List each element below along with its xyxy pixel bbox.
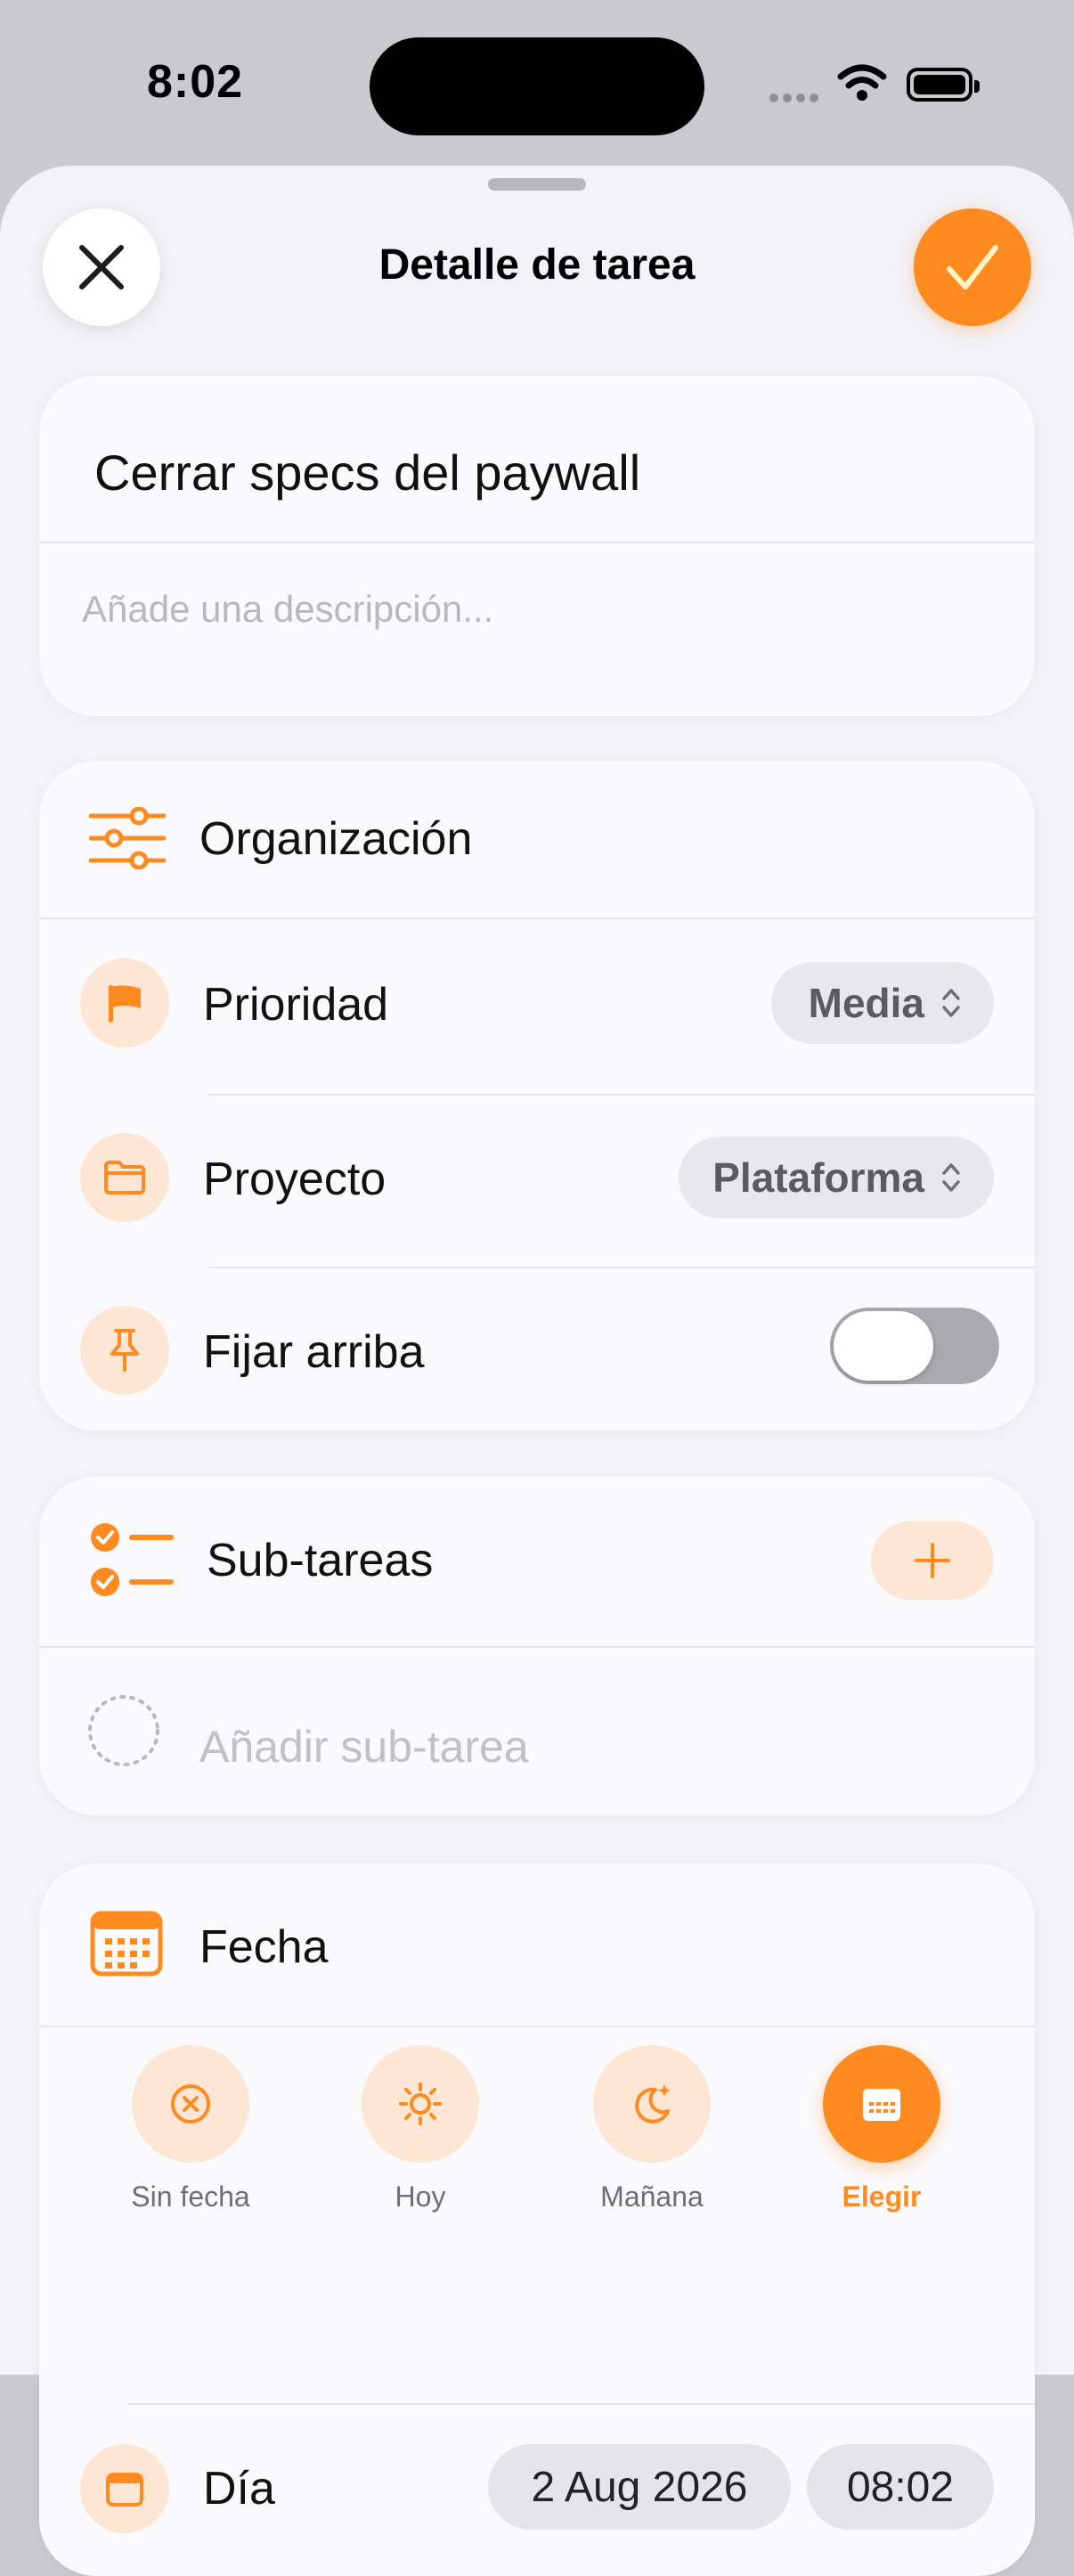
project-select[interactable]: Plataforma [679, 1137, 994, 1219]
sun-icon [399, 2083, 442, 2125]
calendar-icon [90, 1911, 163, 1977]
date-option-label: Sin fecha [131, 2181, 250, 2213]
project-label: Proyecto [203, 1153, 386, 1205]
chevron-up-down-icon [942, 1163, 960, 1192]
priority-icon-badge [80, 958, 169, 1048]
status-time: 8:02 [147, 56, 244, 108]
description-field[interactable]: Añade una descripción... [82, 588, 493, 631]
add-subtask-field[interactable]: Añadir sub-tarea [199, 1721, 529, 1773]
add-subtask-button[interactable] [871, 1521, 994, 1600]
chevron-up-down-icon [942, 989, 960, 1017]
task-detail-sheet: Detalle de tarea Cerrar specs del paywal… [0, 166, 1074, 2576]
organization-heading: Organización [199, 813, 473, 865]
pin-icon-badge [80, 1306, 169, 1395]
date-heading: Fecha [199, 1921, 329, 1973]
priority-value: Media [808, 980, 924, 1026]
task-title-field[interactable]: Cerrar specs del paywall [94, 444, 640, 501]
dashed-circle-icon [88, 1695, 159, 1766]
pin-icon [110, 1329, 139, 1372]
project-icon-badge [80, 1133, 169, 1222]
cellular-signal-icon [769, 91, 823, 107]
calendar-icon [106, 2473, 143, 2507]
checkmark-icon [947, 245, 998, 289]
divider [39, 2026, 1035, 2027]
calendar-icon [863, 2089, 900, 2121]
organization-card: Organización Prioridad Media Proyecto Pl… [39, 761, 1035, 1431]
divider [39, 1646, 1035, 1648]
battery-icon [907, 68, 980, 102]
wifi-icon [837, 64, 887, 101]
status-bar: 8:02 [0, 0, 1074, 169]
date-option-today[interactable]: Hoy [322, 2045, 518, 2213]
divider [39, 542, 1035, 543]
pin-toggle[interactable] [830, 1308, 999, 1384]
moon-stars-icon [635, 2084, 671, 2124]
subtasks-heading: Sub-tareas [207, 1535, 434, 1586]
day-picker[interactable]: 2 Aug 2026 [488, 2444, 791, 2530]
subtasks-card: Sub-tareas Añadir sub-tarea [39, 1477, 1035, 1815]
x-circle-icon [171, 2084, 210, 2124]
time-picker[interactable]: 08:02 [807, 2444, 994, 2530]
project-value: Plataforma [712, 1154, 924, 1201]
pin-label: Fijar arriba [203, 1326, 425, 1378]
dynamic-island [370, 37, 704, 135]
date-option-label: Elegir [842, 2181, 922, 2213]
date-option-tomorrow[interactable]: Mañana [554, 2045, 750, 2213]
toggle-knob [834, 1311, 933, 1381]
checklist-icon [91, 1523, 174, 1596]
priority-label: Prioridad [203, 979, 389, 1031]
day-label: Día [203, 2463, 275, 2515]
task-info-card: Cerrar specs del paywall Añade una descr… [39, 376, 1035, 716]
priority-select[interactable]: Media [771, 962, 994, 1044]
folder-icon [104, 1161, 145, 1194]
date-card: Fecha Sin fecha Hoy Mañana Elegir Día 2 … [39, 1863, 1035, 2576]
date-option-label: Hoy [395, 2181, 446, 2213]
plus-icon [915, 1543, 950, 1578]
sliders-icon [89, 807, 166, 869]
divider [128, 2403, 1035, 2405]
sheet-grabber[interactable] [488, 178, 586, 191]
date-option-label: Mañana [600, 2181, 704, 2213]
date-option-none[interactable]: Sin fecha [93, 2045, 289, 2213]
flag-icon [109, 985, 141, 1023]
confirm-button[interactable] [914, 208, 1031, 326]
day-icon-badge [80, 2444, 169, 2533]
divider [39, 917, 1035, 919]
date-option-choose[interactable]: Elegir [784, 2045, 980, 2213]
divider [208, 1267, 1035, 1268]
divider [208, 1094, 1035, 1096]
